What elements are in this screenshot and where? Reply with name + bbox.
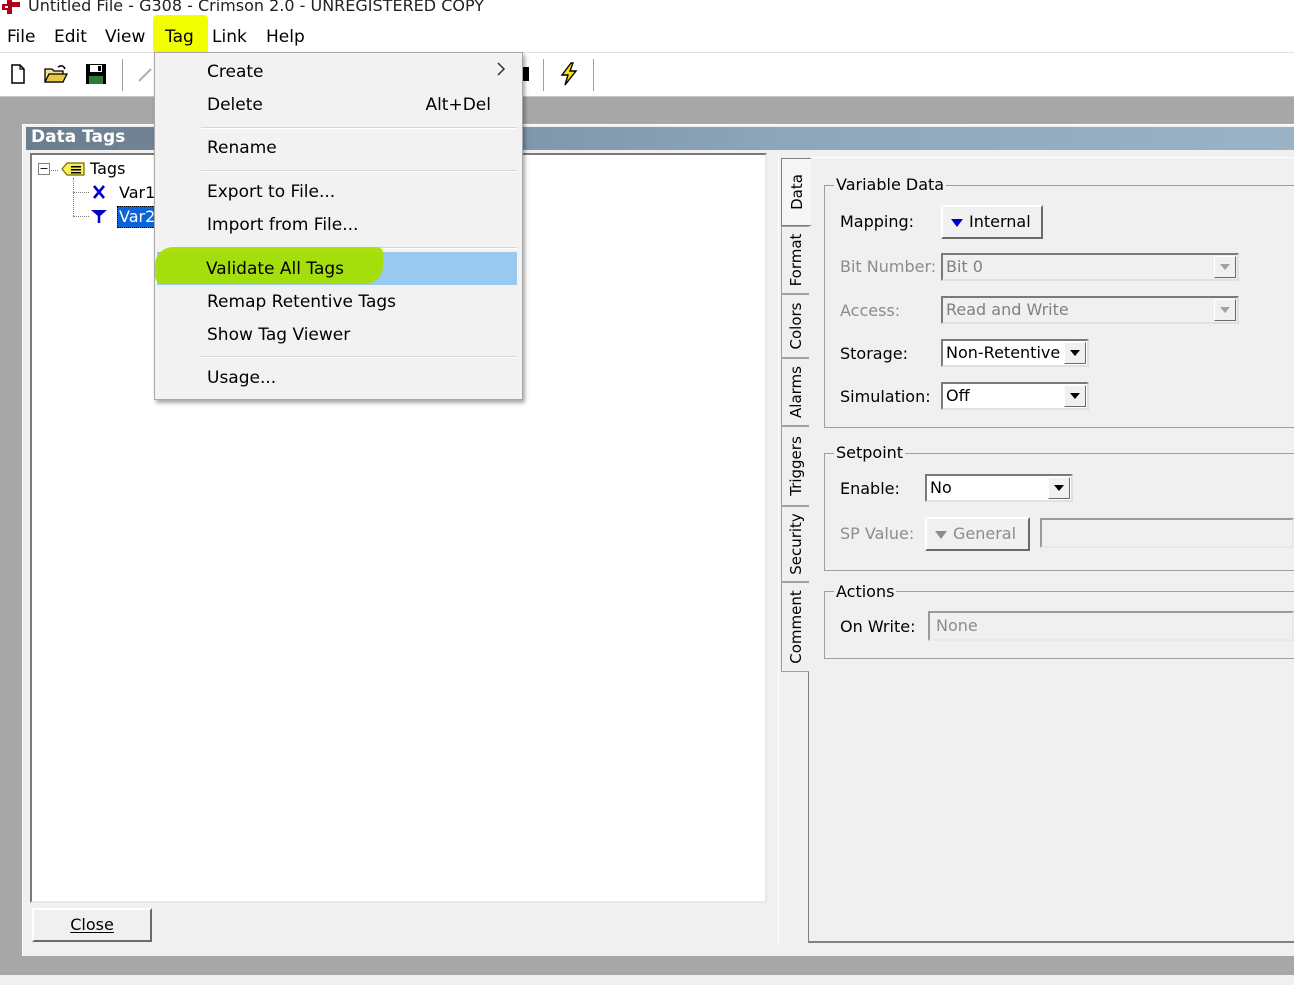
variable-data-title: Variable Data	[834, 175, 947, 194]
tag-folder-icon	[61, 162, 85, 176]
simulation-label: Simulation:	[840, 387, 931, 406]
chevron-down-icon	[1048, 477, 1070, 499]
access-label: Access:	[840, 301, 901, 320]
sp-value-button[interactable]: General	[925, 517, 1030, 551]
tree-line	[73, 192, 89, 193]
menu-link[interactable]: Link	[212, 27, 247, 47]
menu-separator	[201, 170, 517, 172]
chevron-down-icon	[1064, 342, 1086, 364]
menu-item-remap-retentive[interactable]: Remap Retentive Tags	[207, 292, 396, 312]
setpoint-group	[824, 453, 1294, 571]
sp-value-label: SP Value:	[840, 524, 915, 543]
menu-help[interactable]: Help	[266, 27, 305, 47]
tab-alarms[interactable]: Alarms	[781, 358, 809, 426]
tab-security[interactable]: Security	[781, 506, 809, 582]
tree-line	[73, 216, 89, 217]
bit-number-select[interactable]: Bit 0	[941, 253, 1239, 281]
setpoint-title: Setpoint	[834, 443, 906, 462]
storage-select[interactable]: Non-Retentive	[941, 339, 1089, 367]
menu-item-validate-all-tags[interactable]: Validate All Tags	[206, 259, 344, 279]
lightning-icon[interactable]	[556, 61, 582, 87]
sp-value-field[interactable]	[1040, 518, 1294, 548]
tab-comment[interactable]: Comment	[781, 582, 809, 672]
simulation-select[interactable]: Off	[941, 382, 1089, 410]
tree-root-tags[interactable]: Tags	[90, 159, 125, 178]
enable-label: Enable:	[840, 479, 900, 498]
tree-item-var2[interactable]: Var2	[119, 207, 155, 226]
toolbar-separator	[122, 59, 124, 91]
chevron-down-icon	[1064, 385, 1086, 407]
chevron-right-icon	[497, 62, 506, 76]
chevron-down-icon	[1214, 256, 1236, 278]
window-title: Untitled File - G308 - Crimson 2.0 - UNR…	[28, 0, 485, 15]
menu-edit[interactable]: Edit	[54, 27, 87, 47]
tab-colors[interactable]: Colors	[781, 294, 809, 358]
chevron-down-icon	[1214, 299, 1236, 321]
access-select[interactable]: Read and Write	[941, 296, 1239, 324]
new-file-icon[interactable]	[5, 61, 31, 87]
menu-item-usage[interactable]: Usage...	[207, 368, 276, 388]
menu-item-show-tag-viewer[interactable]: Show Tag Viewer	[207, 325, 350, 345]
menu-item-delete[interactable]: Delete	[207, 95, 263, 115]
actions-title: Actions	[834, 582, 897, 601]
tree-line	[73, 178, 74, 216]
toolbar-separator	[543, 59, 545, 91]
menu-item-import[interactable]: Import from File...	[207, 215, 358, 235]
menu-tag[interactable]: Tag	[165, 27, 194, 47]
flag-tag-icon	[91, 210, 107, 223]
close-button-label: Close	[70, 915, 114, 934]
menu-separator	[201, 127, 517, 129]
menu-item-create[interactable]: Create	[207, 62, 264, 82]
toolbar-separator	[593, 59, 595, 91]
dialog-caption: Data Tags	[31, 127, 126, 147]
menu-file[interactable]: File	[7, 27, 35, 47]
storage-label: Storage:	[840, 344, 908, 363]
enable-select[interactable]: No	[925, 474, 1073, 502]
menu-separator	[201, 356, 517, 358]
on-write-label: On Write:	[840, 617, 916, 636]
tab-format[interactable]: Format	[781, 226, 809, 294]
menu-view[interactable]: View	[105, 27, 145, 47]
mapping-button[interactable]: Internal	[941, 205, 1043, 239]
menu-item-export[interactable]: Export to File...	[207, 182, 335, 202]
tab-triggers[interactable]: Triggers	[781, 426, 809, 506]
tree-collapse-toggle[interactable]: −	[38, 163, 50, 175]
tab-data[interactable]: Data	[781, 158, 811, 226]
mapping-label: Mapping:	[840, 212, 915, 231]
bit-number-label: Bit Number:	[840, 257, 937, 276]
status-bar	[0, 975, 1294, 985]
on-write-field[interactable]: None	[928, 611, 1294, 641]
tree-item-var1[interactable]: Var1	[119, 183, 155, 202]
integer-tag-icon	[93, 185, 105, 199]
save-disk-icon[interactable]	[83, 61, 109, 87]
open-folder-icon[interactable]	[43, 61, 69, 87]
tag-menu-dropdown: Create Delete Alt+Del Rename Export to F…	[154, 52, 523, 400]
menu-item-rename[interactable]: Rename	[207, 138, 277, 158]
delete-shortcut: Alt+Del	[425, 95, 491, 115]
close-button[interactable]: Close	[32, 908, 152, 942]
app-icon	[2, 0, 20, 14]
